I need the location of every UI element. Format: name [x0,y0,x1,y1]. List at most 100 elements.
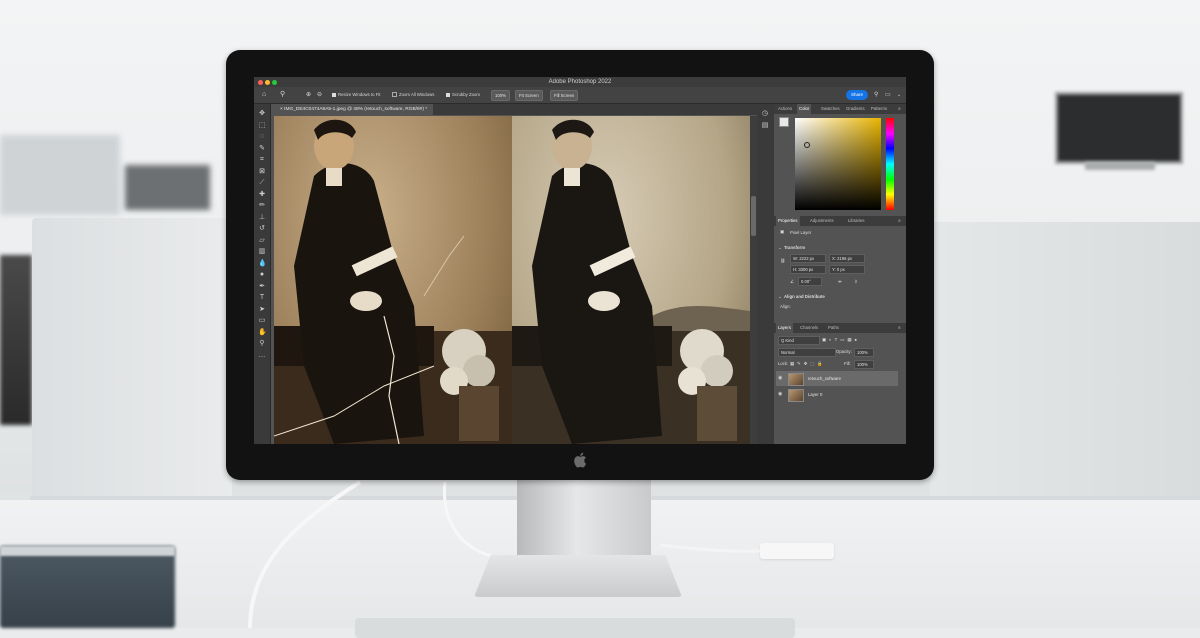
flip-vertical-icon[interactable]: ⇳ [854,279,858,285]
lock-icons[interactable]: ▦✎✥⬚🔒 [790,361,826,367]
layer-row-layer0[interactable]: ◉ Layer 0 [776,387,898,402]
maximize-window-button[interactable] [272,80,277,85]
panel-icon-column: ◷ ▤ [757,104,774,444]
close-window-button[interactable] [258,80,263,85]
tab-swatches[interactable]: Swatches [819,104,842,114]
height-field[interactable]: H: 3300 px [790,265,826,274]
zoom-out-icon[interactable]: ⊖ [317,91,322,99]
panel-menu-icon[interactable]: ≡ [896,104,903,114]
path-select-icon[interactable]: ➤ [258,306,266,314]
history-panel-icon[interactable]: ◷ [761,110,769,118]
fill-screen-button[interactable]: Fill Screen [550,90,579,101]
tab-properties[interactable]: Properties [776,216,800,226]
color-field[interactable] [795,118,881,210]
fit-screen-button[interactable]: Fit Screen [515,90,543,101]
type-icon[interactable]: T [258,294,266,302]
scrubby-zoom-label: Scrubby Zoom [452,92,480,97]
layer-name[interactable]: Layer 0 [808,392,822,397]
frame-icon[interactable]: ⊠ [258,168,266,176]
blend-mode-select[interactable]: Normal [778,348,836,357]
eraser-icon[interactable]: ▱ [258,237,266,245]
checkbox-checked-icon [446,92,450,97]
minimize-window-button[interactable] [265,80,270,85]
tab-color[interactable]: Color [797,104,812,114]
layer-name[interactable]: retouch_software [808,376,841,381]
crop-icon[interactable]: ⌗ [258,156,266,164]
flip-horizontal-icon[interactable]: ⇹ [838,279,842,285]
home-icon[interactable]: ⌂ [262,91,266,99]
layer-filter-icons[interactable]: ▣◐T▭▦● [822,337,860,343]
eye-icon[interactable]: ◉ [778,375,785,381]
share-button[interactable]: Share [846,90,868,100]
lock-label: Lock: [778,361,789,366]
history-brush-icon[interactable]: ↺ [258,225,266,233]
eye-icon[interactable]: ◉ [778,391,785,397]
marquee-icon[interactable]: ⬚ [258,122,266,130]
hand-icon[interactable]: ✋ [258,329,267,337]
app-title: Adobe Photoshop 2022 [548,79,612,85]
panel-menu-icon[interactable]: ≡ [896,323,903,333]
opacity-field[interactable]: 100% [854,348,874,357]
document-tab[interactable]: × IMG_DE4C0474A9A5-1.jpeg @ 48% (retouch… [274,104,434,115]
healing-icon[interactable]: ✚ [258,191,266,199]
zoom-tool-icon[interactable]: ⚲ [280,91,285,99]
learn-panel-icon[interactable]: ▤ [761,122,769,130]
zoom-level-button[interactable]: 100% [491,90,510,101]
panel-menu-icon[interactable]: ≡ [896,216,903,226]
chevron-down-icon[interactable]: ⌄ [778,294,782,300]
blur-icon[interactable]: 💧 [258,260,267,268]
more-icon[interactable]: … [258,352,266,360]
resize-windows-label: Resize Windows to Fit [338,92,381,97]
monitor-screen: Adobe Photoshop 2022 ⌂ ⚲ ⊕ ⊖ Resize Wind… [254,77,906,444]
layer-kind-filter[interactable]: Q Kind [778,336,820,345]
workspace-icon[interactable]: ▭ [885,91,891,99]
fill-label: Fill: [844,361,851,366]
layers-panel-tabs: Layers Channels Paths ≡ [774,323,906,333]
pen-icon[interactable]: ✒ [258,283,266,291]
quick-select-icon[interactable]: ✎ [258,145,266,153]
tab-adjustments[interactable]: Adjustments [808,216,836,226]
link-icon[interactable]: ⛓ [780,258,785,264]
transform-label: Transform [784,245,806,250]
width-field[interactable]: W: 2222 px [790,254,826,263]
scrubby-zoom-checkbox[interactable]: Scrubby Zoom [446,91,480,99]
brush-icon[interactable]: ✏ [258,202,266,210]
document-tab-title: IMG_DE4C0474A9A5-1.jpeg @ 48% (retouch_s… [284,107,428,112]
chevron-down-icon[interactable]: ⌄ [897,91,901,99]
tab-paths[interactable]: Paths [826,323,841,333]
hue-slider[interactable] [886,118,894,210]
angle-field[interactable]: 0.00° [798,277,822,286]
search-icon[interactable]: ⚲ [874,91,878,99]
eyedropper-icon[interactable]: ⟋ [258,179,266,187]
gradient-icon[interactable]: ▥ [258,248,266,256]
lasso-icon[interactable]: ◌ [258,133,266,141]
canvas-vertical-scrollbar[interactable] [750,116,757,444]
x-field[interactable]: X: 2196 px [829,254,865,263]
document-canvas[interactable] [274,116,750,444]
tab-libraries[interactable]: Libraries [846,216,866,226]
fill-field[interactable]: 100% [854,360,874,369]
stamp-icon[interactable]: ⊥ [258,214,266,222]
zoom-in-icon[interactable]: ⊕ [306,91,311,99]
dodge-icon[interactable]: ● [258,271,266,279]
tab-channels[interactable]: Channels [798,323,820,333]
tab-layers[interactable]: Layers [776,323,793,333]
pixel-layer-icon: ▣ [780,229,785,234]
scrollbar-thumb[interactable] [751,196,756,236]
tab-gradients[interactable]: Gradients [844,104,867,114]
color-picker-handle[interactable] [804,142,810,148]
color-panel-tabs: Actions Color Swatches Gradients Pattern… [774,104,906,114]
zoom-all-label: Zoom All Windows [399,92,435,97]
y-field[interactable]: Y: 0 px [829,265,865,274]
move-icon[interactable]: ✥ [258,110,266,118]
chevron-down-icon[interactable]: ⌄ [778,245,782,251]
zoom-icon[interactable]: ⚲ [258,340,266,348]
zoom-all-checkbox[interactable]: Zoom All Windows [392,91,434,99]
layer-thumbnail [788,389,804,402]
shape-icon[interactable]: ▭ [258,317,266,325]
tab-actions[interactable]: Actions [776,104,794,114]
foreground-color-swatch[interactable] [779,117,789,127]
layer-row-retouch[interactable]: ◉ retouch_software [776,371,898,386]
resize-windows-checkbox[interactable]: Resize Windows to Fit [332,91,381,99]
tab-patterns[interactable]: Patterns [869,104,889,114]
